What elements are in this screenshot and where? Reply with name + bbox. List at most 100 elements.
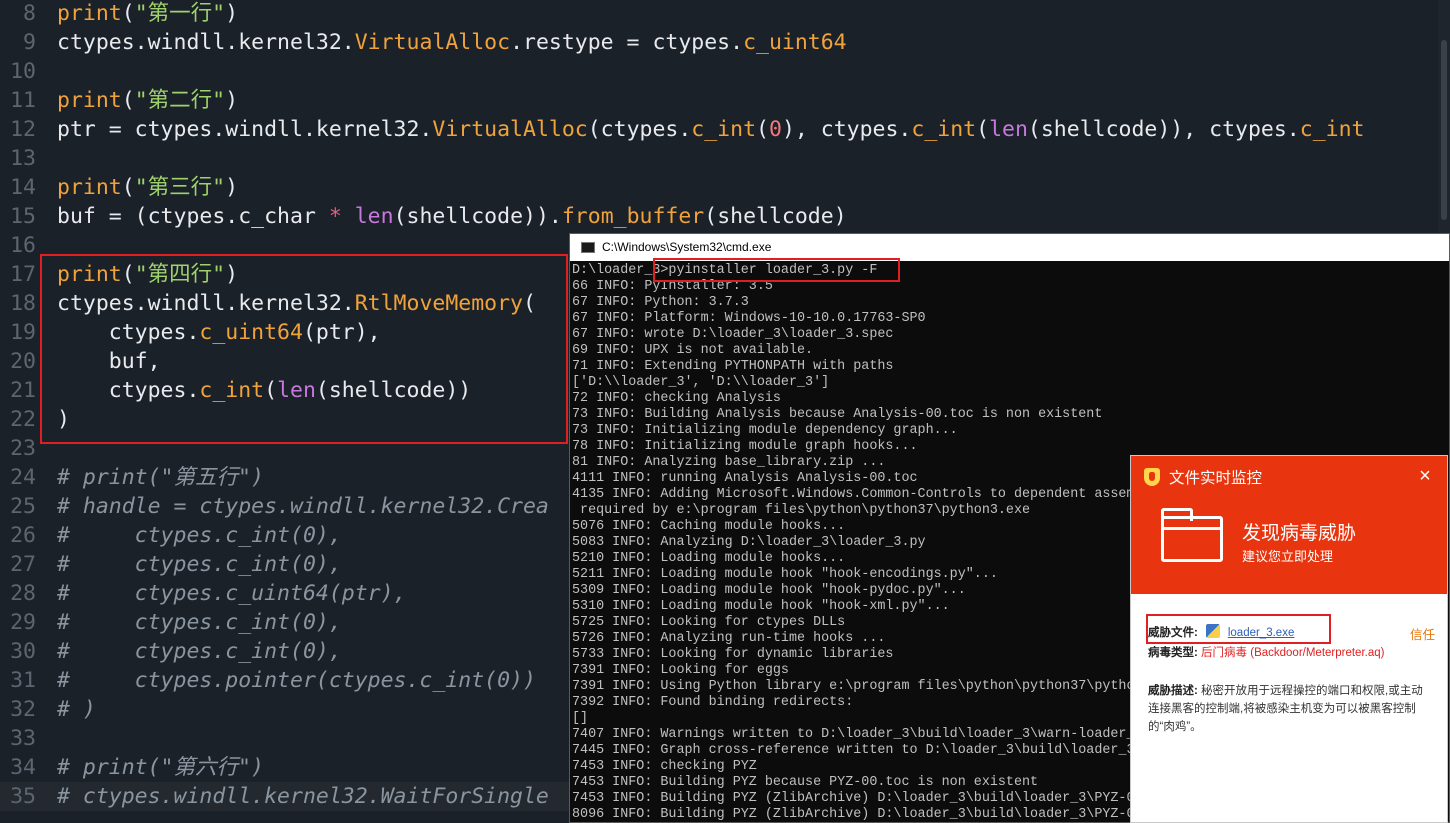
- code-token: # ctypes.c_int(0),: [57, 523, 342, 548]
- cmd-titlebar[interactable]: C:\Windows\System32\cmd.exe: [570, 234, 1449, 261]
- code-text: # ctypes.c_uint64(ptr),: [57, 579, 407, 608]
- line-number: 12: [10, 117, 36, 142]
- code-token: (shellcode)), ctypes.: [1027, 117, 1300, 142]
- line-number: 16: [10, 233, 36, 258]
- code-text: print("第三行"): [57, 173, 238, 202]
- line-number: 13: [10, 146, 36, 171]
- code-token: ): [225, 1, 239, 26]
- line-number: 19: [10, 320, 36, 345]
- code-text: ptr = ctypes.windll.kernel32.VirtualAllo…: [57, 115, 1364, 144]
- line-number: 29: [10, 610, 36, 635]
- cmd-output-line: 72 INFO: checking Analysis: [572, 391, 781, 406]
- line-number: 18: [10, 291, 36, 316]
- line-number: 22: [10, 407, 36, 432]
- line-number: 10: [10, 59, 36, 84]
- code-line[interactable]: 13: [0, 144, 1450, 173]
- cmd-output-line: ['D:\\loader_3', 'D:\\loader_3']: [572, 375, 830, 390]
- code-token: # ctypes.c_int(0),: [57, 610, 342, 635]
- code-text: # handle = ctypes.windll.kernel32.Crea: [57, 492, 549, 521]
- line-number: 14: [10, 175, 36, 200]
- code-token: c_uint64: [743, 30, 847, 55]
- cmd-icon: [581, 242, 595, 253]
- code-token: # ctypes.pointer(ctypes.c_int(0)): [57, 668, 536, 693]
- antivirus-alert-popup: 文件实时监控 × 发现病毒威胁 建议您立即处理 威胁文件: loader_3.ex…: [1130, 455, 1448, 823]
- cmd-output-line: 78 INFO: Initializing module graph hooks…: [572, 439, 918, 454]
- code-text: # ctypes.c_int(0),: [57, 637, 342, 666]
- line-number: 23: [10, 436, 36, 461]
- code-token: "第二行": [134, 88, 226, 113]
- code-token: # ctypes.c_int(0),: [57, 639, 342, 664]
- code-token: buf = (ctypes.c_char: [57, 204, 329, 229]
- shield-icon: [1144, 468, 1160, 486]
- trust-button[interactable]: 信任: [1410, 624, 1435, 643]
- code-token: ctypes.windll.kernel32.: [57, 30, 355, 55]
- code-token: (: [121, 1, 135, 26]
- cmd-output-line: 67 INFO: Platform: Windows-10-10.0.17763…: [572, 311, 926, 326]
- editor-scrollbar-thumb[interactable]: [1441, 40, 1447, 220]
- cmd-output-line: 67 INFO: Python: 3.7.3: [572, 295, 749, 310]
- code-text: # ctypes.c_int(0),: [57, 550, 342, 579]
- code-token: print: [57, 175, 122, 200]
- code-text: # ctypes.c_int(0),: [57, 608, 342, 637]
- line-number: 15: [10, 204, 36, 229]
- code-token: "第三行": [134, 175, 226, 200]
- code-text: # ctypes.windll.kernel32.WaitForSingle: [57, 782, 549, 811]
- code-token: (ctypes.: [587, 117, 692, 142]
- code-line[interactable]: 14 print("第三行"): [0, 173, 1450, 202]
- line-number: 9: [23, 30, 36, 55]
- code-token: (: [976, 117, 990, 142]
- line-number: 8: [23, 1, 36, 26]
- code-text: # ctypes.c_int(0),: [57, 521, 342, 550]
- code-token: (: [121, 88, 135, 113]
- close-icon[interactable]: ×: [1413, 464, 1437, 488]
- code-token: 0: [768, 117, 782, 142]
- code-token: len: [989, 117, 1028, 142]
- code-text: # print("第五行"): [57, 463, 264, 492]
- cmd-output-line: 73 INFO: Initializing module dependency …: [572, 423, 958, 438]
- code-token: c_int: [691, 117, 757, 142]
- code-token: (shellcode)).: [393, 204, 562, 229]
- code-line[interactable]: 12 ptr = ctypes.windll.kernel32.VirtualAl…: [0, 115, 1450, 144]
- line-number: 26: [10, 523, 36, 548]
- code-line[interactable]: 8 print("第一行"): [0, 0, 1450, 28]
- folder-icon: [1161, 508, 1223, 562]
- alert-header: 文件实时监控 × 发现病毒威胁 建议您立即处理: [1131, 456, 1447, 594]
- code-token: print: [57, 88, 122, 113]
- code-token: # handle = ctypes.windll.kernel32.Crea: [57, 494, 549, 519]
- code-text: # print("第六行"): [57, 753, 264, 782]
- line-number: 32: [10, 697, 36, 722]
- cmd-output-line: 71 INFO: Extending PYTHONPATH with paths: [572, 359, 894, 374]
- line-number: 34: [10, 755, 36, 780]
- code-token: c_int: [911, 117, 977, 142]
- code-token: ): [225, 175, 239, 200]
- line-number: 33: [10, 726, 36, 751]
- code-text: ctypes.windll.kernel32.VirtualAlloc.rest…: [57, 28, 847, 57]
- code-token: VirtualAlloc: [432, 117, 588, 142]
- threat-description-label: 威胁描述:: [1148, 685, 1198, 697]
- line-number: 20: [10, 349, 36, 374]
- code-line[interactable]: 11 print("第二行"): [0, 86, 1450, 115]
- code-token: # print("第五行"): [57, 465, 264, 490]
- line-number: 27: [10, 552, 36, 577]
- code-token: (shellcode): [704, 204, 847, 229]
- line-number: 21: [10, 378, 36, 403]
- code-token: ptr = ctypes.windll.kernel32.: [57, 117, 433, 142]
- highlight-box-pyinstaller-command: [653, 258, 900, 282]
- code-token: from_buffer: [561, 204, 705, 229]
- code-token: # print("第六行"): [57, 755, 264, 780]
- threat-description: 威胁描述: 秘密开放用于远程操控的端口和权限,或主动连接黑客的控制端,将被感染主…: [1148, 682, 1423, 736]
- cmd-output-line: 73 INFO: Building Analysis because Analy…: [572, 407, 1103, 422]
- code-token: print: [57, 1, 122, 26]
- code-token: # ): [57, 697, 96, 722]
- virus-type-row: 病毒类型: 后门病毒 (Backdoor/Meterpreter.aq): [1148, 644, 1384, 660]
- code-line[interactable]: 15 buf = (ctypes.c_char * len(shellcode))…: [0, 202, 1450, 231]
- alert-headline: 发现病毒威胁: [1242, 523, 1357, 544]
- code-token: .restype = ctypes.: [510, 30, 744, 55]
- cmd-window-title: C:\Windows\System32\cmd.exe: [602, 240, 772, 254]
- code-line[interactable]: 9 ctypes.windll.kernel32.VirtualAlloc.res…: [0, 28, 1450, 57]
- code-text: buf = (ctypes.c_char * len(shellcode)).f…: [57, 202, 847, 231]
- code-token: "第一行": [134, 1, 226, 26]
- code-line[interactable]: 10: [0, 57, 1450, 86]
- code-token: ), ctypes.: [781, 117, 912, 142]
